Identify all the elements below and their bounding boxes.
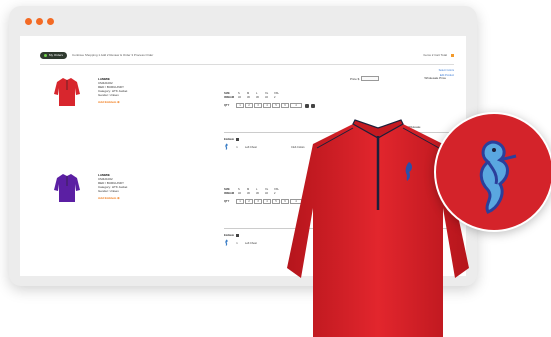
product-info: LAMMIE CM421002 RED / BURGUNDY Category:… xyxy=(98,173,127,200)
copy-icon[interactable] xyxy=(305,103,309,108)
emblem-edit-icon[interactable] xyxy=(236,234,240,237)
qty-input[interactable]: 3 xyxy=(254,103,262,108)
inseam-row: INSEAM 32 30 30 32 2 xyxy=(224,96,315,100)
add-emblem-label: Add Emblem xyxy=(98,196,117,200)
inseam-value: 2 xyxy=(274,192,276,195)
divider xyxy=(40,64,454,65)
inseam-label: INSEAM xyxy=(224,192,235,195)
add-emblem-button[interactable]: Add Emblem ⊕ xyxy=(98,100,127,104)
inseam-value: 30 xyxy=(256,96,259,99)
inseam-value: 32 xyxy=(265,192,268,195)
purple-jacket-thumbnail[interactable] xyxy=(54,172,80,204)
minimize-dot[interactable] xyxy=(36,18,43,25)
inseam-label: INSEAM xyxy=(224,96,235,99)
inseam-value: 30 xyxy=(247,192,250,195)
qty-input[interactable]: 2 xyxy=(245,199,253,204)
emblem-qty: 1 xyxy=(236,241,238,245)
price-input[interactable] xyxy=(361,76,380,81)
seahorse-icon xyxy=(479,140,517,214)
qty-input[interactable]: 1 xyxy=(236,103,244,108)
maximize-dot[interactable] xyxy=(47,18,54,25)
emblem-qty: 1 xyxy=(236,145,238,149)
refresh-icon[interactable] xyxy=(311,103,315,108)
window-controls xyxy=(25,18,54,25)
qty-label: QTY xyxy=(224,104,230,107)
qty-input[interactable]: 6 xyxy=(281,103,289,108)
qty-input[interactable]: 3 xyxy=(254,199,262,204)
cart-icon xyxy=(451,53,454,57)
qty-label: QTY xyxy=(224,200,230,203)
product-gender: Gender: Unisex xyxy=(98,93,119,97)
inseam-value: 32 xyxy=(238,192,241,195)
check-icon xyxy=(44,54,47,57)
price-label: Price $ xyxy=(350,76,360,81)
qty-input[interactable]: 5 xyxy=(272,103,280,108)
product-info: LAMMIE CM421002 RED / BURGUNDY Category:… xyxy=(98,77,127,104)
emblem-zoom-circle xyxy=(434,112,551,232)
inseam-value: 32 xyxy=(265,96,268,99)
add-emblem-label: Add Emblem xyxy=(98,100,117,104)
order-topbar: My Orders Continue Shopping 1 Add 2 Revi… xyxy=(40,52,454,62)
my-orders-pill[interactable]: My Orders xyxy=(40,52,68,59)
wholesale-label: Wholesale Price xyxy=(424,76,446,80)
add-emblem-button[interactable]: Add Emblem ⊕ xyxy=(98,196,127,200)
red-jacket-thumbnail[interactable] xyxy=(54,76,80,108)
order-steps[interactable]: Continue Shopping 1 Add 2 Review & Order… xyxy=(72,53,153,57)
qty-row: QTY 1 2 3 4 5 6 4 xyxy=(224,103,315,108)
my-orders-label: My Orders xyxy=(49,53,64,57)
qty-input[interactable]: 4 xyxy=(263,103,271,108)
qty-total[interactable]: 4 xyxy=(290,103,302,108)
cart-summary-text: Items 2 Cart Total xyxy=(423,53,447,57)
inseam-value: 30 xyxy=(247,96,250,99)
qty-input[interactable]: 5 xyxy=(272,199,280,204)
close-dot[interactable] xyxy=(25,18,32,25)
emblem-label: Emblem xyxy=(224,234,235,237)
cart-summary[interactable]: Items 2 Cart Total xyxy=(424,53,454,57)
inseam-value: 30 xyxy=(256,192,259,195)
qty-input[interactable]: 1 xyxy=(236,199,244,204)
inseam-value: 2 xyxy=(274,96,276,99)
inseam-value: 32 xyxy=(238,96,241,99)
qty-input[interactable]: 4 xyxy=(263,199,271,204)
price-field: Price $ xyxy=(350,76,380,81)
product-gender: Gender: Unisex xyxy=(98,189,119,193)
qty-input[interactable]: 2 xyxy=(245,103,253,108)
emblem-label: Emblem xyxy=(224,138,235,141)
size-grid: SIZE S M L XL XXL INSEAM 32 30 30 32 2 Q… xyxy=(224,92,315,108)
emblem-edit-icon[interactable] xyxy=(236,138,240,141)
